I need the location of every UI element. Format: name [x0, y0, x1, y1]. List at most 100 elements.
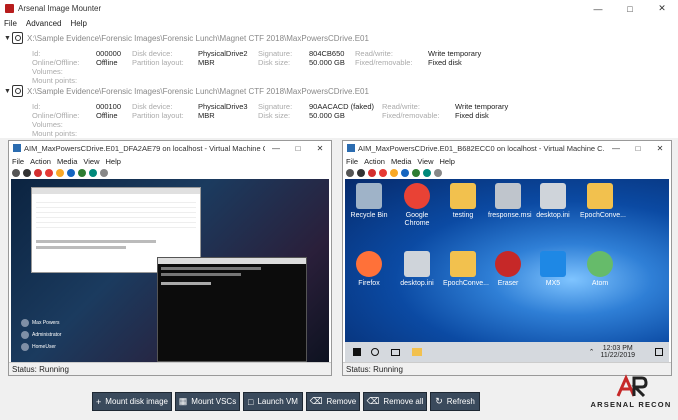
- checkpoint-icon[interactable]: [434, 169, 442, 177]
- button-label: Remove all: [383, 397, 424, 406]
- turn-off-icon[interactable]: [34, 169, 42, 177]
- reset-icon[interactable]: [89, 169, 97, 177]
- start-icon[interactable]: [78, 169, 86, 177]
- disk-entry[interactable]: ▼ X:\Sample Evidence\Forensic Images\For…: [0, 85, 678, 138]
- desktop-icon-label: Recycle Bin: [350, 212, 388, 219]
- clock-time: 12:03 PM: [602, 345, 633, 352]
- disk-partition: MBR: [198, 58, 215, 67]
- user-name[interactable]: HomeUser: [32, 344, 56, 350]
- windows-start-icon[interactable]: [353, 348, 361, 356]
- vm-screen-right[interactable]: Recycle Bin Google Chrome testing fresponse…: [345, 179, 669, 362]
- pause-icon[interactable]: [67, 169, 75, 177]
- vm-app-icon: [347, 144, 355, 152]
- desktop-icon-label: fresponse.msi: [488, 212, 532, 219]
- action-buttons: + Mount disk image ▦ Mount VSCs □ Launch VM…: [92, 392, 483, 411]
- desktop-icon[interactable]: MX5: [533, 251, 573, 288]
- stop-icon[interactable]: [23, 169, 31, 177]
- save-state-icon[interactable]: [390, 169, 398, 177]
- vm-menu-action[interactable]: Action: [30, 157, 51, 166]
- menu-advanced[interactable]: Advanced: [26, 19, 62, 28]
- desktop-icon[interactable]: testing: [443, 183, 483, 220]
- button-label: Mount disk image: [105, 397, 168, 406]
- vm-menu-file[interactable]: File: [12, 157, 24, 166]
- minimize-icon[interactable]: —: [582, 4, 614, 14]
- disk-partition: MBR: [198, 111, 215, 120]
- search-icon[interactable]: [371, 348, 379, 356]
- refresh-button[interactable]: ↻ Refresh: [430, 392, 480, 411]
- minimize-icon[interactable]: —: [265, 144, 287, 153]
- save-state-icon[interactable]: [56, 169, 64, 177]
- desktop-icon[interactable]: Recycle Bin: [349, 183, 389, 220]
- desktop-icon-label: Google Chrome: [404, 212, 430, 227]
- turn-off-icon[interactable]: [368, 169, 376, 177]
- remove-all-button[interactable]: ⌫ Remove all: [363, 392, 427, 411]
- vm-menu-help[interactable]: Help: [440, 157, 455, 166]
- maximize-icon[interactable]: □: [287, 144, 309, 153]
- vm-window-right[interactable]: AIM_MaxPowersCDrive.E01_B682ECC0 on loca…: [342, 140, 672, 376]
- disk-fixed: Fixed disk: [428, 58, 462, 67]
- launch-vm-button[interactable]: □ Launch VM: [243, 392, 303, 411]
- file-explorer-icon[interactable]: [412, 348, 422, 356]
- collapse-icon[interactable]: ▼: [4, 88, 12, 95]
- vm-menu-help[interactable]: Help: [106, 157, 121, 166]
- maximize-icon[interactable]: □: [627, 144, 649, 153]
- close-icon[interactable]: ✕: [649, 144, 671, 153]
- chrome-icon: [404, 183, 430, 209]
- vm-menu-media[interactable]: Media: [391, 157, 411, 166]
- desktop-icon[interactable]: Firefox: [349, 251, 389, 288]
- stop-icon[interactable]: [357, 169, 365, 177]
- desktop-icon[interactable]: fresponse.msi: [488, 183, 532, 220]
- reset-icon[interactable]: [423, 169, 431, 177]
- vm-menu-file[interactable]: File: [346, 157, 358, 166]
- mount-vscs-button[interactable]: ▦ Mount VSCs: [175, 392, 240, 411]
- vm-menu-media[interactable]: Media: [57, 157, 77, 166]
- collapse-icon[interactable]: ▼: [4, 35, 12, 42]
- vm-menu-view[interactable]: View: [83, 157, 99, 166]
- msi-icon: [495, 183, 521, 209]
- desktop-icon-label: EpochConve...: [580, 212, 626, 219]
- desktop-icon-label: EpochConve...: [443, 280, 489, 287]
- close-icon[interactable]: ✕: [309, 144, 331, 153]
- desktop-icon[interactable]: Atom: [580, 251, 620, 288]
- disk-size: 50.000 GB: [309, 111, 345, 120]
- maximize-icon[interactable]: □: [614, 4, 646, 14]
- network-icon[interactable]: ⌃: [589, 348, 595, 356]
- desktop-icon[interactable]: desktop.ini: [397, 251, 437, 288]
- disk-entry[interactable]: ▼ X:\Sample Evidence\Forensic Images\For…: [0, 32, 678, 85]
- user-name[interactable]: Administrator: [32, 332, 61, 338]
- vm-screen-left[interactable]: Max Powers Administrator HomeUser: [11, 179, 329, 362]
- ctrl-alt-del-icon[interactable]: [346, 169, 354, 177]
- title-bar: Arsenal Image Mounter — □ ✕: [0, 0, 678, 17]
- desktop-icon[interactable]: Eraser: [488, 251, 528, 288]
- ctrl-alt-del-icon[interactable]: [12, 169, 20, 177]
- task-view-icon[interactable]: [391, 348, 400, 356]
- close-icon[interactable]: ✕: [646, 3, 678, 14]
- remove-button[interactable]: ⌫ Remove: [306, 392, 360, 411]
- desktop-icon[interactable]: Google Chrome: [397, 183, 437, 228]
- vm-window-left[interactable]: AIM_MaxPowersCDrive.E01_DFA2AE79 on loca…: [8, 140, 332, 376]
- notification-icon[interactable]: [655, 348, 663, 356]
- checkpoint-icon[interactable]: [100, 169, 108, 177]
- start-icon[interactable]: [412, 169, 420, 177]
- disk-icon: [12, 85, 23, 97]
- user-name[interactable]: Max Powers: [32, 320, 60, 326]
- desktop-icon[interactable]: desktop.ini: [533, 183, 573, 220]
- shutdown-icon[interactable]: [379, 169, 387, 177]
- desktop-icon[interactable]: EpochConve...: [443, 251, 489, 288]
- label-partition: Partition layout:: [132, 58, 184, 67]
- minimize-icon[interactable]: —: [605, 144, 627, 153]
- disk-list[interactable]: ▼ X:\Sample Evidence\Forensic Images\For…: [0, 30, 678, 138]
- mount-disk-image-button[interactable]: + Mount disk image: [92, 392, 172, 411]
- ini-icon: [404, 251, 430, 277]
- vm-menu-action[interactable]: Action: [364, 157, 385, 166]
- button-label: Launch VM: [257, 397, 298, 406]
- menu-help[interactable]: Help: [70, 19, 86, 28]
- label-partition: Partition layout:: [132, 111, 184, 120]
- pause-icon[interactable]: [401, 169, 409, 177]
- desktop-icon-label: Atom: [591, 280, 609, 287]
- desktop-icon[interactable]: EpochConve...: [580, 183, 626, 220]
- shutdown-icon[interactable]: [45, 169, 53, 177]
- taskbar: ⌃ 12:03 PM 11/22/2019: [345, 342, 669, 362]
- vm-menu-view[interactable]: View: [417, 157, 433, 166]
- menu-file[interactable]: File: [4, 19, 17, 28]
